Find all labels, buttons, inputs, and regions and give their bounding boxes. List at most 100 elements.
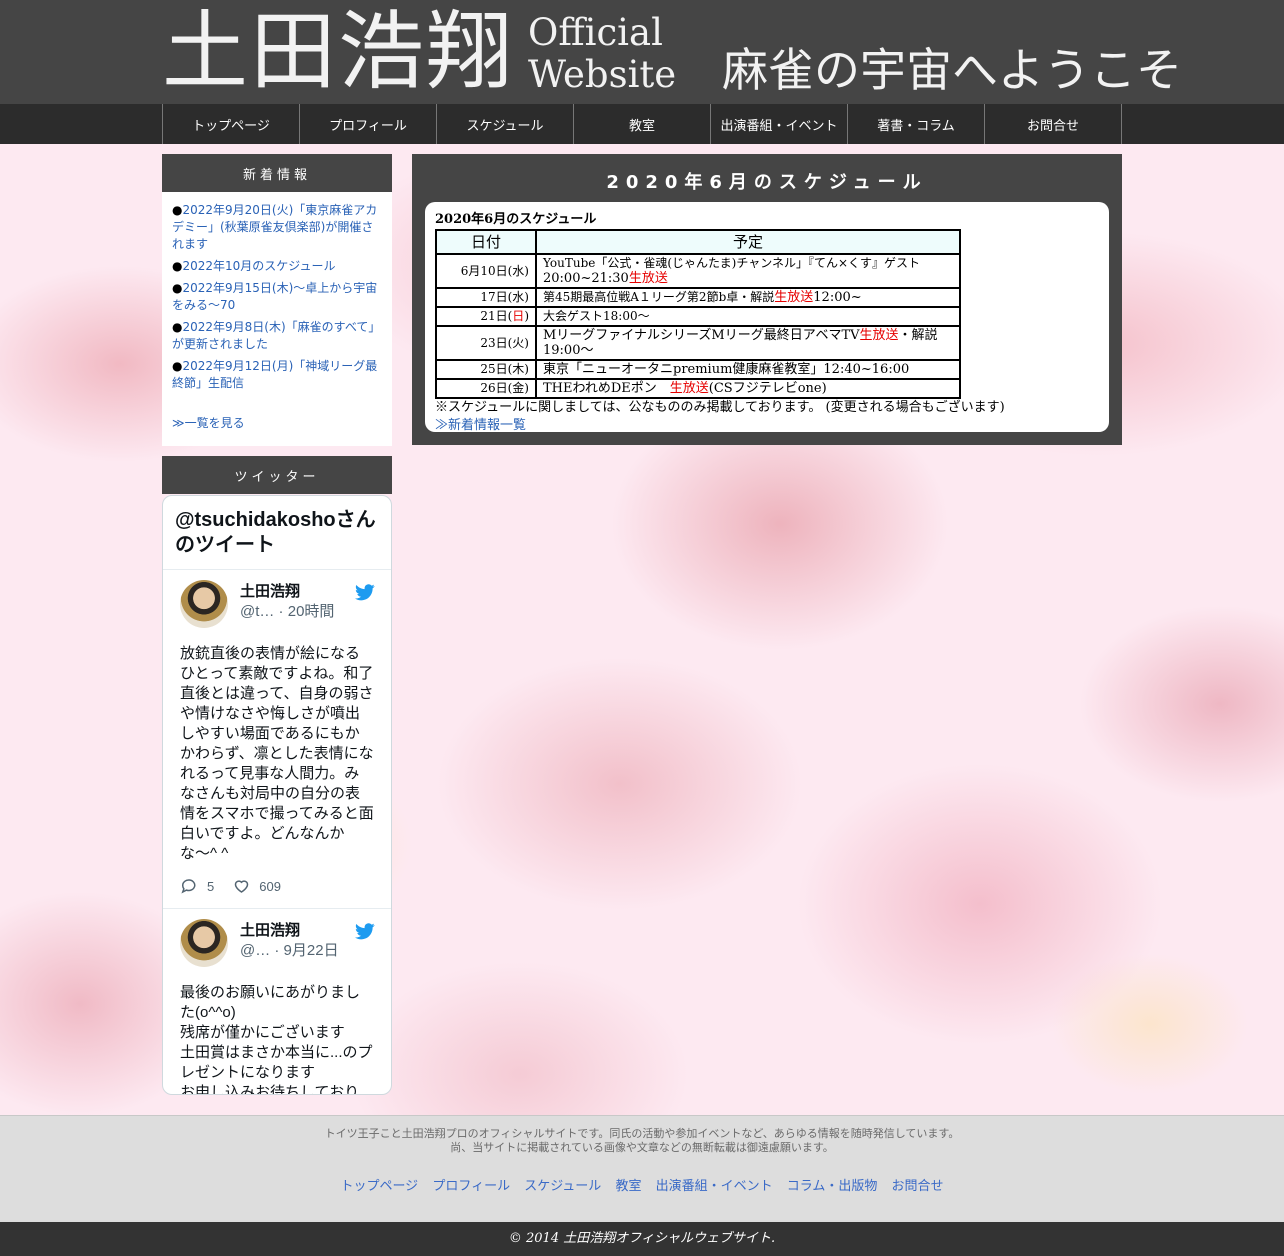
row-date: 26日(金): [435, 378, 537, 399]
twitter-heading: ツイッター: [162, 456, 392, 494]
like-button[interactable]: 609: [232, 877, 281, 895]
row-plan: 第45期最高位戦A１リーグ第2節b卓・解説生放送12:00~: [535, 287, 961, 308]
news-item: ●2022年9月12日(月)「神域リーグ最終節」生配信: [172, 358, 382, 392]
footer-nav: トップページ プロフィール スケジュール 教室 出演番組・イベント コラム・出版…: [0, 1175, 1284, 1194]
news-link[interactable]: 2022年9月20日(火)「東京麻雀アカデミー」(秋葉原雀友倶楽部)が開催されま…: [172, 203, 377, 251]
row-plan: YouTube「公式・雀魂(じゃんたま)チャンネル」『てん×くす』ゲスト 20:0…: [535, 253, 961, 289]
main-nav: トップページ プロフィール スケジュール 教室 出演番組・イベント 著書・コラム…: [0, 104, 1284, 144]
schedule-table: 日付 予定 6月10日(水) YouTube「公式・雀魂(じゃんたま)チャンネル…: [435, 229, 961, 399]
news-more-link[interactable]: ≫一覧を見る: [172, 414, 245, 431]
avatar[interactable]: [180, 919, 228, 967]
avatar[interactable]: [180, 580, 228, 628]
news-item: ●2022年9月20日(火)「東京麻雀アカデミー」(秋葉原雀友倶楽部)が開催され…: [172, 202, 382, 253]
news-link[interactable]: 2022年9月8日(木)「麻雀のすべて」が更新されました: [172, 320, 380, 351]
table-row: 21日(日) 大会ゲスト18:00～: [435, 306, 961, 327]
table-row: 26日(金) THEわれめDEポン 生放送(CSフジテレビone): [435, 378, 961, 399]
like-count: 609: [259, 878, 281, 894]
news-link[interactable]: 2022年9月15日(木)～卓上から宇宙をみる～70: [172, 281, 377, 312]
row-plan: 大会ゲスト18:00～: [535, 306, 961, 327]
tweet-meta[interactable]: @t… · 20時間: [240, 602, 334, 622]
nav-schedule[interactable]: スケジュール: [437, 104, 574, 144]
table-header-row: 日付 予定: [435, 229, 961, 255]
footer-description: トイツ王子こと土田浩翔プロのオフィシャルサイトです。同氏の活動や参加イベントなど…: [0, 1127, 1284, 1155]
sunday-label: 日: [512, 309, 525, 323]
tweet[interactable]: 土田浩翔 @… · 9月22日 最後のお願いにあがりました(o^^o) 残席が僅…: [163, 909, 391, 1094]
col-plan-header: 予定: [535, 229, 961, 255]
bullet: ●: [172, 359, 183, 373]
page-title: 2020年6月のスケジュール: [606, 172, 928, 193]
plan-time: 12:00~: [813, 290, 862, 305]
twitter-bird-icon[interactable]: [355, 923, 375, 940]
news-list-link[interactable]: ≫新着情報一覧: [435, 417, 1099, 435]
news-item: ●2022年10月のスケジュール: [172, 258, 382, 275]
twitter-bird-icon[interactable]: [355, 584, 375, 601]
tweet[interactable]: 土田浩翔 @t… · 20時間 放銃直後の表情が絵になるひとって素敵ですよね。和…: [163, 570, 391, 909]
site-logo-name[interactable]: 土田浩翔: [162, 4, 514, 100]
site-header: 土田浩翔 Official Website 麻雀の宇宙へようこそ: [0, 0, 1284, 104]
plan-time: 20:00~21:30: [543, 271, 629, 286]
bullet: ●: [172, 203, 183, 217]
plan-text: (CSフジテレビone): [708, 381, 827, 396]
news-link[interactable]: 2022年9月12日(月)「神域リーグ最終節」生配信: [172, 359, 377, 390]
row-plan: 東京「ニューオータニpremium健康麻雀教室」12:40~16:00: [535, 359, 961, 380]
row-date: 25日(木): [435, 359, 537, 380]
row-plan: THEわれめDEポン 生放送(CSフジテレビone): [535, 378, 961, 399]
news-list: ●2022年9月20日(火)「東京麻雀アカデミー」(秋葉原雀友倶楽部)が開催され…: [162, 192, 392, 446]
nav-top[interactable]: トップページ: [163, 104, 300, 144]
plan-text: MリーグファイナルシリーズMリーグ最終日アベマTV: [543, 328, 860, 343]
footer-link-profile[interactable]: プロフィール: [432, 1179, 510, 1194]
plan-text: 第45期最高位戦A１リーグ第2節b卓・解説: [543, 290, 775, 304]
col-date-header: 日付: [435, 229, 537, 255]
logo-website: Website: [528, 53, 677, 96]
plan-text: THEわれめDEポン: [543, 381, 670, 396]
footer-link-classroom[interactable]: 教室: [615, 1179, 641, 1194]
schedule-section: 2020年6月のスケジュール 2020年6月のスケジュール 日付 予定 6月10…: [412, 154, 1122, 445]
tweet-text: 放銃直後の表情が絵になるひとって素敵ですよね。和了直後とは違って、自身の弱さや情…: [180, 645, 374, 862]
schedule-heading: 2020年6月のスケジュール: [435, 212, 597, 227]
row-date: 6月10日(水): [435, 253, 537, 289]
footer-link-schedule[interactable]: スケジュール: [524, 1179, 601, 1194]
table-row: 6月10日(水) YouTube「公式・雀魂(じゃんたま)チャンネル」『てん×く…: [435, 253, 961, 289]
live-label: 生放送: [669, 381, 709, 396]
logo-official: Official: [528, 11, 663, 54]
news-link[interactable]: 2022年10月のスケジュール: [182, 259, 335, 273]
footer-link-contact[interactable]: お問合せ: [892, 1179, 944, 1194]
live-label: 生放送: [628, 271, 668, 286]
reply-count: 5: [207, 878, 215, 894]
nav-books[interactable]: 著書・コラム: [848, 104, 985, 144]
footer-link-top[interactable]: トップページ: [340, 1179, 418, 1194]
nav-contact[interactable]: お問合せ: [985, 104, 1122, 144]
like-icon: [234, 880, 249, 893]
plan-text: YouTube「公式・雀魂(じゃんたま)チャンネル」『てん×くす』ゲスト: [543, 256, 921, 270]
footer-link-columns[interactable]: コラム・出版物: [787, 1179, 878, 1194]
reply-button[interactable]: 5: [180, 877, 214, 895]
news-item: ●2022年9月8日(木)「麻雀のすべて」が更新されました: [172, 319, 382, 353]
welcome-tagline: 麻雀の宇宙へようこそ: [722, 43, 1182, 97]
twitter-timeline[interactable]: @tsuchidakoshoさんのツイート 土田浩翔 @t… · 20時間 放銃…: [162, 495, 392, 1095]
schedule-panel: 2020年6月のスケジュール 日付 予定 6月10日(水) YouTube「公式…: [425, 202, 1109, 435]
table-row: 17日(水) 第45期最高位戦A１リーグ第2節b卓・解説生放送12:00~: [435, 287, 961, 308]
bullet: ●: [172, 259, 183, 273]
tweet-author-name[interactable]: 土田浩翔: [240, 582, 334, 602]
tweet-meta[interactable]: @… · 9月22日: [240, 941, 339, 961]
live-label: 生放送: [774, 290, 814, 305]
nav-classroom[interactable]: 教室: [574, 104, 711, 144]
timeline-title[interactable]: @tsuchidakoshoさんのツイート: [163, 496, 391, 570]
nav-profile[interactable]: プロフィール: [300, 104, 437, 144]
footer-line: 尚、当サイトに掲載されている画像や文章などの無断転載は御遠慮願います。: [450, 1141, 834, 1154]
news-item: ●2022年9月15日(木)～卓上から宇宙をみる～70: [172, 280, 382, 314]
bullet: ●: [172, 281, 183, 295]
nav-events[interactable]: 出演番組・イベント: [711, 104, 848, 144]
table-row: 23日(火) MリーグファイナルシリーズMリーグ最終日アベマTV生放送・解説19…: [435, 325, 961, 361]
news-heading: 新着情報: [162, 154, 392, 192]
site-footer: トイツ王子こと土田浩翔プロのオフィシャルサイトです。同氏の活動や参加イベントなど…: [0, 1115, 1284, 1222]
site-logo-sub: Official Website: [528, 12, 676, 96]
row-date: 17日(水): [435, 287, 537, 308]
live-label: 生放送: [859, 328, 899, 343]
date-part: 21日(: [480, 309, 513, 323]
copyright: © 2014 土田浩翔オフィシャルウェブサイト.: [0, 1222, 1284, 1256]
footer-line: トイツ王子こと土田浩翔プロのオフィシャルサイトです。同氏の活動や参加イベントなど…: [324, 1127, 960, 1140]
footer-link-events[interactable]: 出演番組・イベント: [656, 1179, 773, 1194]
tweet-author-name[interactable]: 土田浩翔: [240, 921, 339, 941]
row-date: 23日(火): [435, 325, 537, 361]
